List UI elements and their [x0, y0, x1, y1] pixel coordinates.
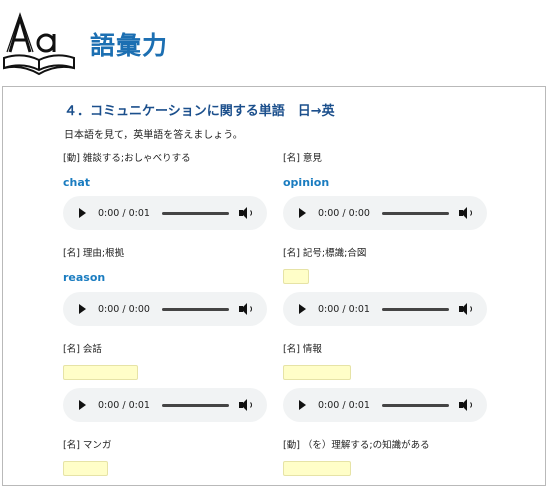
audio-time: 0:00 / 0:00	[318, 207, 370, 219]
japanese-meaning: [名] 理由;根拠	[63, 248, 125, 259]
page-title: 語彙力	[90, 31, 169, 60]
audio-progress-bar[interactable]	[161, 211, 229, 215]
answer-input[interactable]	[283, 269, 309, 284]
audio-player[interactable]: 0:00 / 0:01	[283, 292, 487, 326]
japanese-meaning: [動] 雑談する;おしゃべりする	[63, 153, 191, 164]
audio-progress-bar[interactable]	[381, 307, 449, 311]
play-icon[interactable]	[79, 400, 86, 410]
audio-player[interactable]: 0:00 / 0:01	[283, 388, 487, 422]
vocab-item: [名] 会話	[63, 343, 273, 380]
volume-icon[interactable]	[239, 303, 253, 315]
answer-input[interactable]	[63, 461, 108, 476]
play-icon[interactable]	[79, 208, 86, 218]
vocab-item: [動] 雑談する;おしゃべりする chat	[63, 152, 273, 191]
japanese-meaning: [動] （を）理解する;の知識がある	[283, 440, 430, 451]
vocab-item: [動] （を）理解する;の知識がある	[283, 439, 493, 476]
japanese-meaning: [名] 会話	[63, 344, 102, 355]
vocab-item: [名] マンガ	[63, 439, 273, 476]
audio-progress-bar[interactable]	[381, 211, 449, 215]
japanese-meaning: [名] マンガ	[63, 440, 112, 451]
content-panel	[2, 86, 546, 486]
play-icon[interactable]	[299, 400, 306, 410]
audio-player[interactable]: 0:00 / 0:01	[63, 196, 267, 230]
volume-icon[interactable]	[459, 303, 473, 315]
page-header: 語彙力	[0, 0, 550, 84]
volume-icon[interactable]	[239, 399, 253, 411]
vocab-item: [名] 理由;根拠 reason	[63, 247, 273, 286]
volume-icon[interactable]	[459, 207, 473, 219]
audio-progress-bar[interactable]	[161, 403, 229, 407]
japanese-meaning: [名] 意見	[283, 153, 322, 164]
answer-input[interactable]	[283, 461, 351, 476]
japanese-meaning: [名] 記号;標識;合図	[283, 248, 367, 259]
play-icon[interactable]	[79, 304, 86, 314]
vocab-item: [名] 情報	[283, 343, 493, 380]
answer-input[interactable]	[283, 365, 351, 380]
audio-time: 0:00 / 0:01	[98, 207, 150, 219]
volume-icon[interactable]	[239, 207, 253, 219]
english-answer: chat	[63, 176, 91, 189]
audio-progress-bar[interactable]	[381, 403, 449, 407]
audio-player[interactable]: 0:00 / 0:01	[63, 388, 267, 422]
play-icon[interactable]	[299, 208, 306, 218]
vocab-item: [名] 記号;標識;合図	[283, 247, 493, 284]
english-answer: reason	[63, 271, 106, 284]
audio-progress-bar[interactable]	[161, 307, 229, 311]
audio-time: 0:00 / 0:01	[318, 399, 370, 411]
volume-icon[interactable]	[459, 399, 473, 411]
audio-time: 0:00 / 0:01	[318, 303, 370, 315]
play-icon[interactable]	[299, 304, 306, 314]
instruction-text: 日本語を見て，英単語を答えましょう。	[64, 130, 243, 141]
answer-input[interactable]	[63, 365, 138, 380]
book-aa-logo-icon	[3, 12, 75, 76]
japanese-meaning: [名] 情報	[283, 344, 322, 355]
audio-time: 0:00 / 0:01	[98, 399, 150, 411]
english-answer: opinion	[283, 176, 330, 189]
vocab-item: [名] 意見 opinion	[283, 152, 493, 191]
section-title: ４．コミュニケーションに関する単語 日→英	[64, 104, 335, 119]
audio-player[interactable]: 0:00 / 0:00	[63, 292, 267, 326]
audio-time: 0:00 / 0:00	[98, 303, 150, 315]
audio-player[interactable]: 0:00 / 0:00	[283, 196, 487, 230]
